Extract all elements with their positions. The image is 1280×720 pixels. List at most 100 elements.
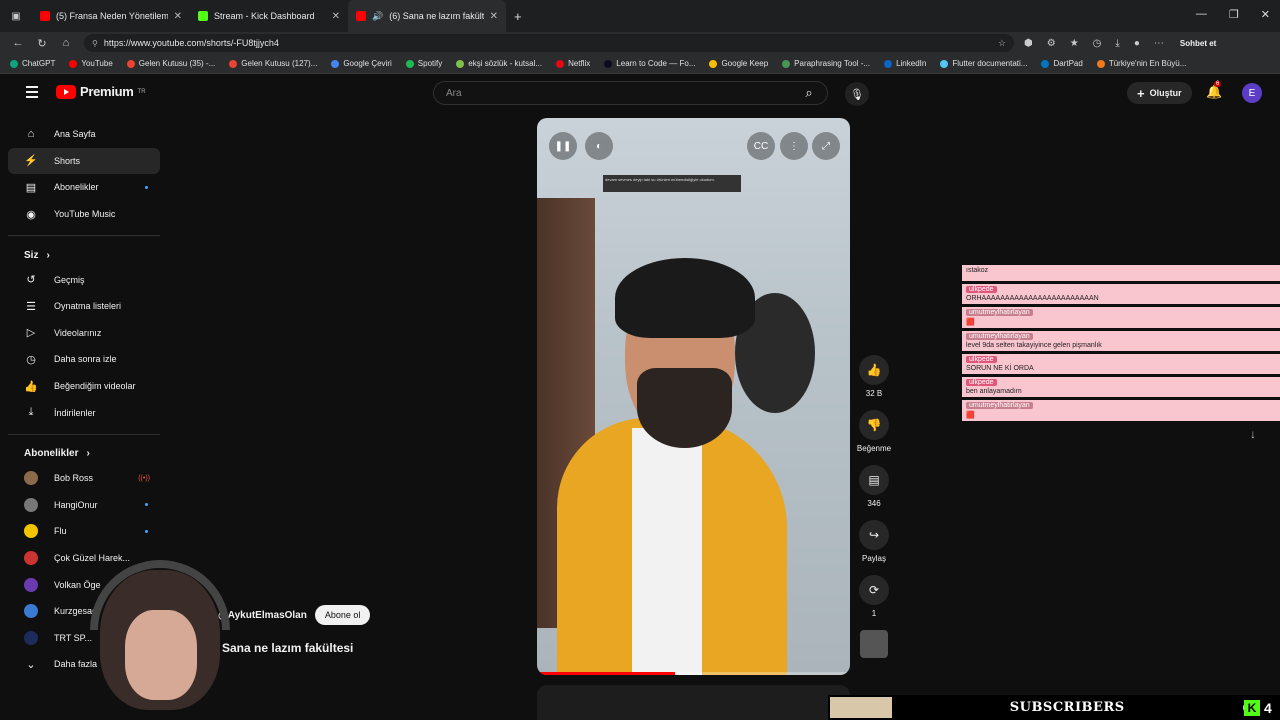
favorite-star-icon[interactable]: ☆ <box>998 38 1006 49</box>
short-action[interactable]: 👍 32 B <box>852 355 896 398</box>
more-menu-icon[interactable]: ⋯ <box>1154 38 1164 49</box>
pause-icon[interactable]: ❚❚ <box>549 132 577 160</box>
more-options-icon[interactable]: ⋮ <box>780 132 808 160</box>
refresh-icon[interactable]: ↻ <box>30 37 54 50</box>
back-icon[interactable]: ← <box>6 37 30 49</box>
url-text: https://www.youtube.com/shorts/-FU8tjjyc… <box>103 38 279 48</box>
arrow-down-icon[interactable]: ↓ <box>1250 427 1256 441</box>
menu-icon[interactable] <box>26 86 38 101</box>
chat-text: 🟥 <box>966 319 975 326</box>
sidebar-item[interactable]: ⤓ İndirilenler <box>8 399 160 426</box>
search-box[interactable]: Ara ⌕ <box>433 81 828 105</box>
next-short-preview[interactable] <box>537 685 850 720</box>
short-action[interactable]: 👎 Beğenme <box>852 410 896 453</box>
minimize-icon[interactable]: — <box>1196 8 1207 21</box>
bookmark-favicon-icon <box>331 59 340 68</box>
bookmark-item[interactable]: Netflix <box>556 59 590 68</box>
close-window-icon[interactable]: ✕ <box>1261 8 1270 21</box>
bookmark-item[interactable]: Flutter documentati... <box>940 59 1027 68</box>
short-action[interactable]: ↪ Paylaş <box>852 520 896 563</box>
short-action[interactable]: ⟳ 1 <box>852 575 896 618</box>
url-field[interactable]: ⚲ https://www.youtube.com/shorts/-FU8tjj… <box>84 34 1014 52</box>
bookmark-item[interactable]: Google Çeviri <box>331 59 392 68</box>
subscription-item[interactable]: Bob Ross ((•)) <box>8 465 160 492</box>
history-icon[interactable]: ◷ <box>1093 38 1102 49</box>
copilot-button[interactable]: Sohbet et <box>1180 39 1216 48</box>
browser-tab-3[interactable]: 🔊 (6) Sana ne lazım fakültesi ✕ <box>348 0 506 32</box>
browser-tab-1[interactable]: (5) Fransa Neden Yönetilemiyor? ✕ <box>32 0 190 32</box>
create-button[interactable]: + Oluştur <box>1127 82 1192 104</box>
bookmark-item[interactable]: ChatGPT <box>10 59 55 68</box>
channel-avatar <box>24 524 38 539</box>
bookmark-favicon-icon <box>456 59 465 68</box>
video-progress-bar[interactable] <box>537 672 850 675</box>
subscribers-goal-bar: SUBSCRIBERS 6 <box>828 695 1280 720</box>
sidebar-item[interactable]: 👍 Beğendiğim videolar <box>8 373 160 400</box>
bookmark-item[interactable]: Learn to Code — Fo... <box>604 59 695 68</box>
sound-thumbnail[interactable] <box>860 630 888 658</box>
audio-playing-icon[interactable]: 🔊 <box>372 11 383 22</box>
bookmark-item[interactable]: ekşi sözlük - kutsal... <box>456 59 542 68</box>
sidebar-item[interactable]: ↺ Geçmiş <box>8 266 160 293</box>
short-action-icon[interactable]: ↪ <box>859 520 889 550</box>
fullscreen-icon[interactable]: ⤢ <box>812 132 840 160</box>
sidebar-item[interactable]: ▷ Videolarınız <box>8 320 160 347</box>
notifications-bell-icon[interactable]: 🔔 6 <box>1206 81 1222 100</box>
bookmark-label: Google Çeviri <box>343 59 392 68</box>
channel-avatar <box>24 577 38 592</box>
bookmark-item[interactable]: Paraphrasing Tool -... <box>782 59 870 68</box>
account-avatar[interactable]: E <box>1242 83 1262 103</box>
short-video-player[interactable]: devam sevmes deyip tabi su ürünleri mühe… <box>537 118 850 675</box>
sidebar-item[interactable]: ⚡ Shorts <box>8 147 160 175</box>
maximize-icon[interactable]: ❐ <box>1229 8 1239 21</box>
new-tab-icon[interactable]: + <box>514 9 522 24</box>
bookmark-item[interactable]: LinkedIn <box>884 59 926 68</box>
youtube-premium-logo[interactable]: Premium TR <box>56 84 146 99</box>
search-input[interactable]: Ara <box>434 88 791 99</box>
sidebar-item[interactable]: ⌂ Ana Sayfa <box>8 121 160 148</box>
close-tab-icon[interactable]: ✕ <box>332 11 340 22</box>
profile-avatar-icon[interactable]: ● <box>1134 38 1140 49</box>
search-icon[interactable]: ⌕ <box>791 82 827 104</box>
youtube-play-icon <box>56 84 76 99</box>
subscriptions-section-title[interactable]: Abonelikler › <box>8 443 160 465</box>
volume-icon[interactable]: ◐ <box>585 132 613 160</box>
you-section-title[interactable]: Siz › <box>8 244 160 266</box>
chat-text: level 9da selten takayiyince gelen pişma… <box>966 342 1102 349</box>
tab-actions-icon[interactable]: ▣ <box>0 11 32 22</box>
sidebar-item[interactable]: ☰ Oynatma listeleri <box>8 293 160 320</box>
bookmark-item[interactable]: Google Keep <box>709 59 768 68</box>
short-action-icon[interactable]: 👎 <box>859 410 889 440</box>
bookmark-item[interactable]: Spotify <box>405 59 442 68</box>
bookmark-item[interactable]: Gelen Kutusu (35) -... <box>126 59 215 68</box>
bookmark-item[interactable]: Gelen Kutusu (127)... <box>229 59 317 68</box>
puzzle-icon[interactable]: ⚙ <box>1047 38 1056 49</box>
short-action[interactable]: ▤ 346 <box>852 465 896 508</box>
chat-username: umutmeylhatirlayan <box>966 309 1033 316</box>
bookmark-item[interactable]: DartPad <box>1041 59 1083 68</box>
subscription-item[interactable]: Flu <box>8 518 160 545</box>
bookmark-item[interactable]: YouTube <box>69 59 113 68</box>
short-action-icon[interactable]: ▤ <box>859 465 889 495</box>
home-icon[interactable]: ⌂ <box>54 37 78 49</box>
subscription-item[interactable]: HangiOnur <box>8 492 160 519</box>
close-tab-icon[interactable]: ✕ <box>490 11 498 22</box>
extension-icon[interactable]: ⬢ <box>1024 38 1033 49</box>
favorites-icon[interactable]: ★ <box>1070 38 1079 49</box>
subscribe-button[interactable]: Abone ol <box>314 605 371 625</box>
captions-icon[interactable]: CC <box>747 132 775 160</box>
sidebar-item-label: Ana Sayfa <box>54 129 96 140</box>
sidebar-item[interactable]: ◉ YouTube Music <box>8 201 160 228</box>
microphone-icon[interactable]: 🎙 <box>845 82 869 106</box>
site-info-icon[interactable]: ⚲ <box>92 39 98 48</box>
short-action-icon[interactable]: ⟳ <box>859 575 889 605</box>
channel-avatar <box>24 551 38 566</box>
browser-tab-2[interactable]: Stream - Kick Dashboard ✕ <box>190 0 348 32</box>
close-tab-icon[interactable]: ✕ <box>174 11 182 22</box>
bookmark-item[interactable]: Türkiye'nin En Büyü... <box>1096 59 1186 68</box>
sidebar-item[interactable]: ▤ Abonelikler <box>8 174 160 201</box>
video-person-beard <box>637 368 732 448</box>
download-icon[interactable]: ⤓ <box>1115 38 1119 49</box>
short-action-icon[interactable]: 👍 <box>859 355 889 385</box>
sidebar-item[interactable]: ◷ Daha sonra izle <box>8 346 160 373</box>
